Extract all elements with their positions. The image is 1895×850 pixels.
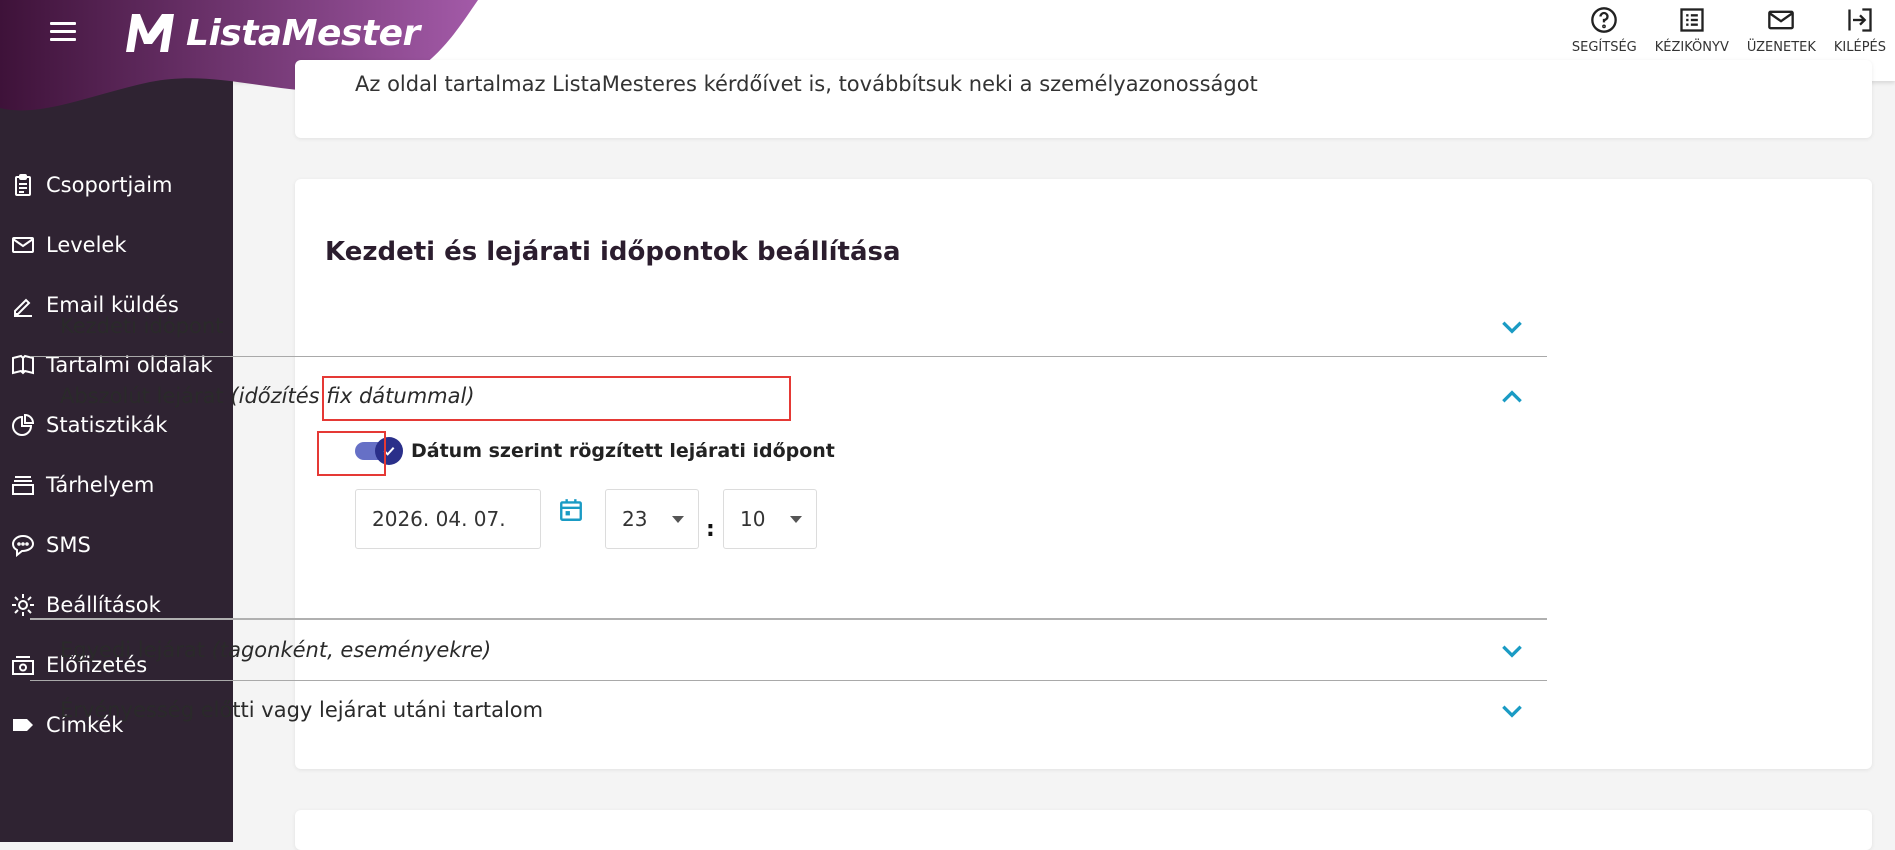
messages-label: ÜZENETEK: [1746, 40, 1816, 55]
fixed-expiry-toggle[interactable]: [355, 437, 403, 465]
sidebar-item-label: Csoportjaim: [46, 173, 173, 197]
caret-down-icon: [672, 516, 684, 523]
storage-icon: [10, 472, 36, 498]
help-button[interactable]: SEGÍTSÉG: [1572, 6, 1637, 55]
expiry-date-input[interactable]: 2026. 04. 07.: [355, 489, 541, 549]
logo[interactable]: ListaMester: [122, 10, 420, 56]
chevron-down-icon: [1499, 698, 1525, 724]
fixed-expiry-label: Dátum szerint rögzített lejárati időpont: [411, 440, 835, 462]
manual-icon: [1680, 8, 1704, 32]
sidebar-item-label: Levelek: [46, 233, 127, 257]
fixed-expiry-toggle-row: Dátum szerint rögzített lejárati időpont: [355, 437, 835, 465]
question-card: Az oldal tartalmaz ListaMesteres kérdőív…: [295, 60, 1872, 138]
accordion-validity-content[interactable]: Érvényesség előtti vagy lejárat utáni ta…: [30, 680, 1547, 740]
accordion-label: Egyedi lejárat (tagonként, eseményekre): [60, 638, 492, 662]
sidebar-item-levelek[interactable]: Levelek: [0, 215, 233, 275]
logout-icon: [1848, 8, 1872, 32]
hour-value: 23: [622, 507, 648, 531]
accordion-absolute-expiry[interactable]: Abszolút lejárat (időzítés fix dátummal): [30, 366, 1547, 426]
chevron-up-icon: [1499, 384, 1525, 410]
mail-icon: [1768, 10, 1795, 30]
hour-select[interactable]: 23: [605, 489, 699, 549]
section-title: Kezdeti és lejárati időpontok beállítása: [325, 237, 901, 267]
accordion-label: Kezdeti időpont: [60, 314, 224, 338]
accordion-start-time[interactable]: Kezdeti időpont: [30, 296, 1547, 357]
sidebar-item-csoportjaim[interactable]: Csoportjaim: [0, 155, 233, 215]
manual-label: KÉZIKÖNYV: [1654, 40, 1729, 55]
accordion-label: Abszolút lejárat (időzítés fix dátummal): [60, 384, 475, 408]
sidebar-item-label: Beállítások: [46, 593, 161, 617]
manual-button[interactable]: KÉZIKÖNYV: [1655, 6, 1729, 55]
logo-wordmark: ListaMester: [186, 12, 420, 54]
minute-value: 10: [740, 507, 766, 531]
caret-down-icon: [790, 516, 802, 523]
accordion-note: (tagonként, eseményekre): [211, 638, 492, 662]
clipboard-icon: [10, 172, 36, 198]
time-separator: :: [706, 517, 715, 542]
menu-toggle-icon[interactable]: [50, 22, 76, 42]
mail-icon: [10, 232, 36, 258]
chevron-down-icon: [1499, 638, 1525, 664]
accordion-individual-expiry[interactable]: Egyedi lejárat (tagonként, eseményekre): [30, 618, 1547, 681]
sidebar-item-label: SMS: [46, 533, 91, 557]
accordion-label: Érvényesség előtti vagy lejárat utáni ta…: [60, 698, 544, 722]
logout-label: KILÉPÉS: [1833, 40, 1886, 55]
accordion-note: (időzítés fix dátummal): [230, 384, 475, 408]
help-label: SEGÍTSÉG: [1571, 40, 1637, 55]
logout-button[interactable]: KILÉPÉS: [1834, 6, 1886, 55]
sidebar-item-label: Tárhelyem: [46, 473, 155, 497]
minute-select[interactable]: 10: [723, 489, 817, 549]
chat-icon: [10, 532, 36, 558]
help-icon: [1591, 7, 1618, 33]
check-icon: [375, 437, 403, 465]
next-card: [295, 810, 1872, 850]
gear-icon: [10, 592, 36, 618]
calendar-icon[interactable]: [558, 497, 584, 523]
messages-button[interactable]: ÜZENETEK: [1747, 6, 1816, 55]
sidebar-item-tarhelyem[interactable]: Tárhelyem: [0, 455, 233, 515]
sidebar-item-sms[interactable]: SMS: [0, 515, 233, 575]
logo-mark-icon: [126, 14, 174, 52]
top-actions: SEGÍTSÉG KÉZIKÖNYV ÜZENETEK KILÉPÉS: [1563, 6, 1895, 55]
chevron-down-icon: [1499, 314, 1525, 340]
questionnaire-note: Az oldal tartalmaz ListaMesteres kérdőív…: [355, 72, 1258, 96]
